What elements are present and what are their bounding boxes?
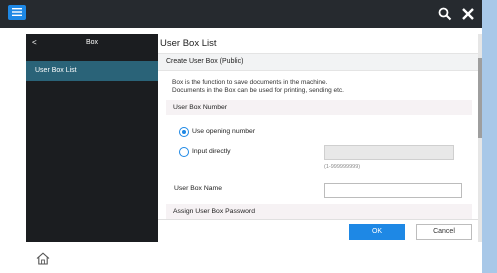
form-header: Create User Box (Public) bbox=[158, 53, 478, 71]
sidebar: < Box User Box List bbox=[26, 34, 158, 242]
action-bar: OK Cancel bbox=[158, 219, 478, 242]
user-box-name-label: User Box Name bbox=[174, 185, 222, 192]
ok-button[interactable]: OK bbox=[349, 224, 405, 240]
scrollbar[interactable] bbox=[478, 34, 482, 242]
home-icon[interactable] bbox=[36, 252, 50, 265]
radio-label-use-opening-number[interactable]: Use opening number bbox=[192, 128, 255, 135]
section-label: Assign User Box Password bbox=[173, 208, 255, 215]
page-title: User Box List bbox=[160, 38, 217, 49]
sidebar-item-user-box-list[interactable]: User Box List bbox=[26, 61, 158, 81]
search-icon[interactable] bbox=[438, 7, 452, 21]
description: Box is the function to save documents in… bbox=[172, 79, 344, 95]
top-bar bbox=[0, 0, 482, 28]
radio-input-directly[interactable] bbox=[179, 147, 189, 157]
radio-use-opening-number[interactable] bbox=[179, 127, 189, 137]
user-box-name-input[interactable] bbox=[324, 183, 462, 198]
radio-label-input-directly[interactable]: Input directly bbox=[192, 148, 231, 155]
close-icon[interactable] bbox=[461, 7, 475, 21]
section-user-box-password[interactable]: Assign User Box Password bbox=[166, 204, 472, 219]
menu-icon bbox=[12, 8, 22, 16]
description-line: Box is the function to save documents in… bbox=[172, 79, 328, 86]
cancel-button[interactable]: Cancel bbox=[416, 224, 472, 240]
section-label: User Box Number bbox=[173, 104, 228, 111]
sidebar-title: Box bbox=[85, 39, 99, 46]
range-hint: (1-999999999) bbox=[324, 164, 361, 170]
sidebar-header: < Box bbox=[26, 34, 158, 53]
main-panel: User Box List Create User Box (Public) B… bbox=[158, 34, 478, 242]
form-header-label: Create User Box (Public) bbox=[166, 58, 244, 65]
app-window: < Box User Box List User Box List Create… bbox=[0, 0, 482, 273]
menu-button[interactable] bbox=[8, 5, 26, 20]
section-user-box-number: User Box Number bbox=[166, 100, 472, 115]
scroll-thumb[interactable] bbox=[478, 58, 482, 138]
direct-number-input[interactable] bbox=[324, 145, 454, 160]
description-line: Documents in the Box can be used for pri… bbox=[172, 87, 344, 94]
